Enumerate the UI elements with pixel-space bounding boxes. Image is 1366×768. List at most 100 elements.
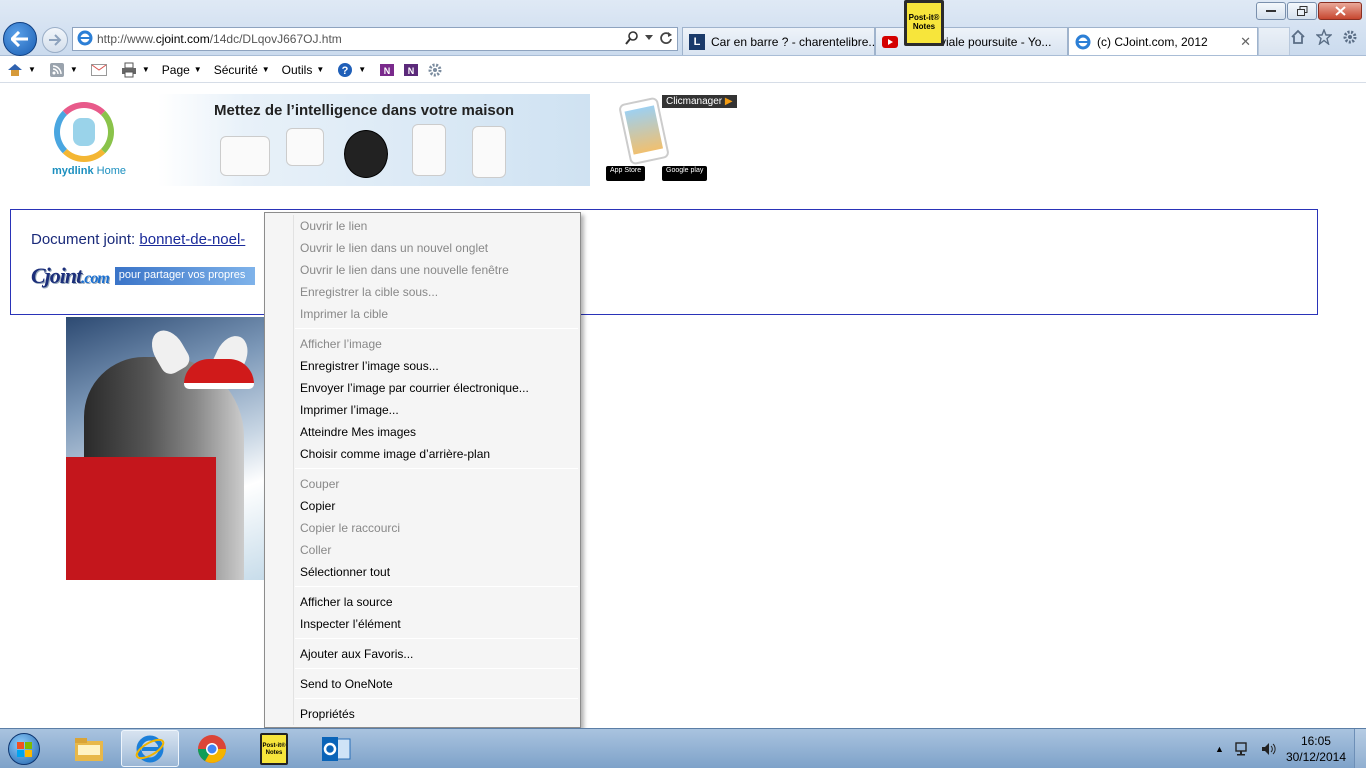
volume-icon[interactable] [1260,741,1276,757]
chevron-down-icon: ▼ [358,65,367,74]
menu-separator [295,668,578,669]
menu-item-send-to-onenote[interactable]: Send to OneNote [267,673,578,695]
mail-icon [90,61,108,79]
page-menu[interactable]: Page ▼ [162,63,202,77]
taskbar-chrome[interactable] [183,730,241,767]
file-explorer-icon [75,737,103,761]
menu-item-ouvrir-le-lien: Ouvrir le lien [300,219,368,233]
new-tab-button[interactable] [1258,27,1290,55]
mydlink-ad-banner[interactable]: mydlink Home Mettez de l’intelligence da… [14,94,590,186]
menu-item-atteindre-mes-images[interactable]: Atteindre Mes images [267,421,578,443]
sensor-image [286,128,324,166]
refresh-icon[interactable] [659,31,673,45]
cjoint-logo[interactable]: Cjoint.com pour partager vos propres [31,263,255,289]
taskbar-post-it-notes[interactable]: Post-it® Notes [245,730,303,767]
google-play-badge[interactable]: Google play [662,166,708,181]
rss-feed-icon [48,61,66,79]
minimize-button[interactable] [1256,2,1286,20]
back-button[interactable] [3,22,37,56]
camera-white-image [412,124,446,176]
restore-icon [1296,6,1307,16]
youtube-icon [882,34,898,50]
chevron-down-icon[interactable] [645,35,653,41]
address-url[interactable]: http://www.cjoint.com/14dc/DLqovJ667OJ.h… [97,32,342,46]
menu-item-afficher-la-source[interactable]: Afficher la source [267,591,578,613]
home-icon[interactable] [1290,29,1306,45]
smart-plug-image [220,136,270,176]
feeds-command[interactable]: ▼ [48,61,78,79]
app-store-badge[interactable]: App Store [606,166,646,181]
menu-item-ouvrir-le-lien-dans-un-nouvel-onglet: Ouvrir le lien dans un nouvel onglet [300,241,489,255]
menu-item-coller: Coller [300,543,332,557]
menu-item-copier-le-raccourci: Copier le raccourci [300,521,401,535]
menu-item-inspecter-l-element[interactable]: Inspecter l’élément [267,613,578,635]
menu-separator [295,638,578,639]
clicmanager-ad[interactable]: Clicmanager ▶ App Store Google play [604,94,740,186]
address-bar[interactable]: http://www.cjoint.com/14dc/DLqovJ667OJ.h… [72,27,678,51]
close-window-button[interactable] [1318,2,1362,20]
chevron-down-icon: ▼ [316,65,325,74]
show-desktop-button[interactable] [1354,729,1366,768]
menu-item-envoyer-l-image-par-courrier-electronique[interactable]: Envoyer l’image par courrier électroniqu… [267,377,578,399]
restore-button[interactable] [1287,2,1317,20]
network-icon[interactable] [1234,741,1250,757]
close-tab-button[interactable]: ✕ [1232,34,1251,50]
window-controls [1256,2,1362,20]
forward-button[interactable] [42,27,68,53]
menu-item-enregistrer-l-image-sous[interactable]: Enregistrer l’image sous... [267,355,578,377]
mail-command[interactable] [90,61,108,79]
start-button[interactable] [4,731,44,767]
menu-item-imprimer-l-image[interactable]: Imprimer l’image... [267,399,578,421]
horse-christmas-image[interactable] [66,317,266,580]
taskbar-file-explorer[interactable] [60,730,118,767]
star-icon[interactable] [1316,29,1332,45]
chevron-down-icon[interactable]: ▼ [70,65,78,74]
print-command[interactable]: ▼ [120,61,150,79]
menu-item-choisir-comme-image-d-arriere-plan[interactable]: Choisir comme image d’arrière-plan [267,443,578,465]
svg-text:N: N [384,66,391,76]
smart-switch-image [472,126,506,178]
help-menu[interactable]: ? ▼ [336,61,366,79]
tab-charentelibre[interactable]: L Car en barre ? - charentelibre.... [682,27,875,55]
tools-menu[interactable]: Outils ▼ [282,63,325,77]
attachment-link[interactable]: bonnet-de-noel- [139,231,245,248]
taskbar-outlook[interactable] [307,730,365,767]
outlook-icon [322,736,351,761]
browser-title-bar: http://www.cjoint.com/14dc/DLqovJ667OJ.h… [0,0,1366,56]
taskbar-internet-explorer[interactable] [121,730,179,767]
camera-image [344,130,388,178]
settings-command[interactable] [426,61,444,79]
post-it-notes-widget[interactable]: Post-it® Notes [904,0,944,46]
taskbar: Post-it® Notes ▲ 16:05 30/12/2014 [0,728,1366,768]
svg-text:N: N [408,66,415,76]
search-icon[interactable] [625,31,639,45]
menu-item-selectionner-tout[interactable]: Sélectionner tout [267,561,578,583]
ie-page-icon [1075,34,1091,50]
security-menu[interactable]: Sécurité ▼ [214,63,270,77]
onenote-icon: N [378,61,396,79]
home-command[interactable]: ▼ [6,61,36,79]
home-icon [6,61,24,79]
post-it-notes-icon: Post-it® Notes [907,3,941,43]
onenote-command[interactable]: N [378,61,396,79]
onenote-linked-icon: N [402,61,420,79]
clicmanager-label[interactable]: Clicmanager ▶ [662,95,737,108]
post-it-notes-icon: Post-it® Notes [260,732,288,765]
gear-icon[interactable] [1342,29,1358,45]
close-icon [1334,6,1346,16]
show-hidden-icons-icon[interactable]: ▲ [1215,744,1224,754]
tab-cjoint[interactable]: (c) CJoint.com, 2012 ✕ [1068,27,1258,55]
menu-separator [295,586,578,587]
menu-item-proprietes[interactable]: Propriétés [267,703,578,725]
onenote-linked-command[interactable]: N [402,61,420,79]
chevron-down-icon[interactable]: ▼ [142,65,150,74]
chevron-down-icon[interactable]: ▼ [28,65,36,74]
menu-item-enregistrer-la-cible-sous: Enregistrer la cible sous... [300,285,439,299]
menu-item-ajouter-aux-favoris[interactable]: Ajouter aux Favoris... [267,643,578,665]
chevron-down-icon: ▼ [261,65,270,74]
arrow-left-icon [11,31,28,47]
address-tools [625,31,673,45]
clock[interactable]: 16:05 30/12/2014 [1286,733,1346,765]
command-bar: ▼ ▼ ▼ Page ▼ Sécurité ▼ Outils ▼ ? ▼ N N [0,57,1366,83]
menu-item-copier[interactable]: Copier [267,495,578,517]
